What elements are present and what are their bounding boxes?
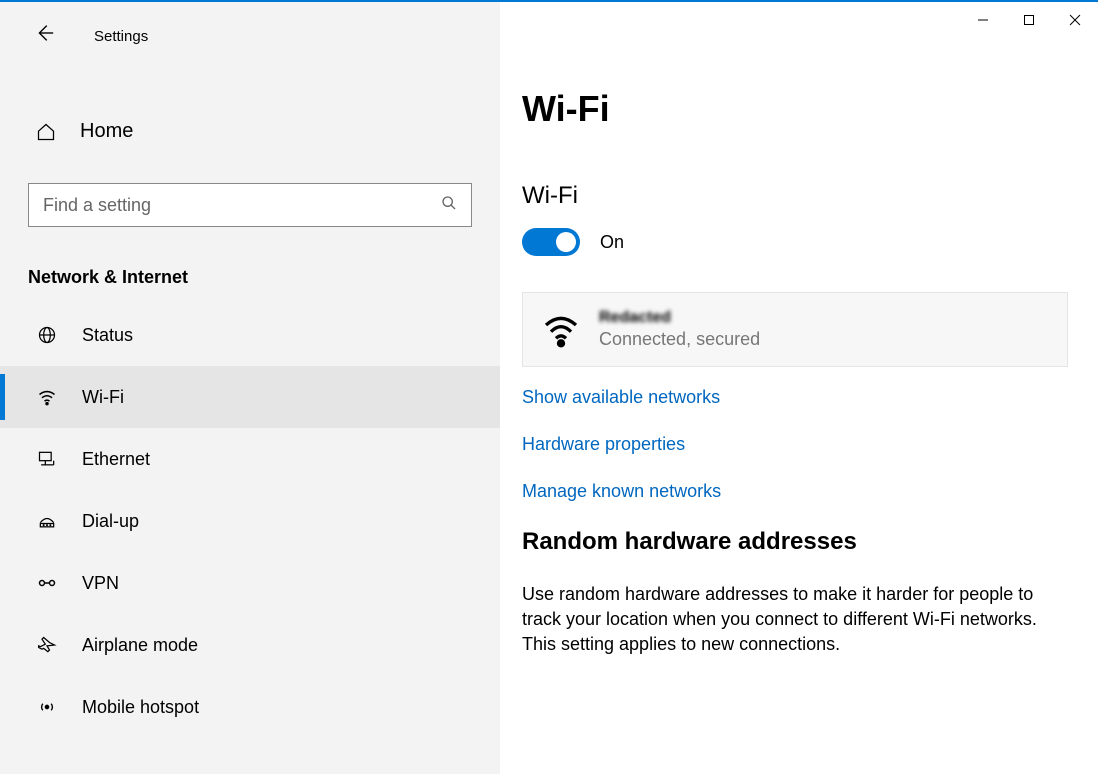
nav-label: Airplane mode: [82, 635, 198, 656]
network-info: Redacted Connected, secured: [599, 309, 760, 350]
wifi-toggle-row: On: [522, 228, 1068, 256]
section-header: Network & Internet: [0, 247, 500, 304]
nav-item-airplane[interactable]: Airplane mode: [0, 614, 500, 676]
dialup-icon: [36, 510, 58, 532]
network-status: Connected, secured: [599, 329, 760, 350]
nav-label: Ethernet: [82, 449, 150, 470]
nav-item-status[interactable]: Status: [0, 304, 500, 366]
nav-label: Dial-up: [82, 511, 139, 532]
nav-label: Mobile hotspot: [82, 697, 199, 718]
minimize-button[interactable]: [960, 4, 1006, 36]
wifi-section-title: Wi-Fi: [522, 182, 1068, 210]
nav-item-vpn[interactable]: VPN: [0, 552, 500, 614]
search-box[interactable]: [28, 183, 472, 227]
hardware-properties-link[interactable]: Hardware properties: [522, 434, 1068, 455]
nav-item-wifi[interactable]: Wi-Fi: [0, 366, 500, 428]
hotspot-icon: [36, 696, 58, 718]
nav-item-hotspot[interactable]: Mobile hotspot: [0, 676, 500, 738]
nav-label: VPN: [82, 573, 119, 594]
close-button[interactable]: [1052, 4, 1098, 36]
home-nav[interactable]: Home: [0, 110, 500, 153]
sidebar: Settings Home Network & Internet Status …: [0, 2, 500, 774]
home-icon: [36, 122, 56, 142]
main-content: Wi-Fi Wi-Fi On Redacted Connected, secur…: [500, 2, 1098, 774]
search-icon: [441, 195, 457, 216]
show-available-networks-link[interactable]: Show available networks: [522, 387, 1068, 408]
random-hardware-heading: Random hardware addresses: [522, 528, 1068, 556]
globe-icon: [36, 324, 58, 346]
ethernet-icon: [36, 448, 58, 470]
window-controls: [960, 4, 1098, 36]
wifi-toggle[interactable]: [522, 228, 580, 256]
vpn-icon: [36, 572, 58, 594]
current-network-card[interactable]: Redacted Connected, secured: [522, 292, 1068, 367]
nav-item-dialup[interactable]: Dial-up: [0, 490, 500, 552]
titlebar: Settings: [0, 16, 500, 64]
nav-label: Status: [82, 325, 133, 346]
wifi-toggle-label: On: [600, 232, 624, 253]
search-input[interactable]: [43, 195, 441, 216]
nav-list: Status Wi-Fi Ethernet Dial-up VPN: [0, 304, 500, 738]
home-label: Home: [80, 120, 133, 143]
page-title: Wi-Fi: [522, 88, 1068, 130]
network-name: Redacted: [599, 309, 760, 327]
random-hardware-description: Use random hardware addresses to make it…: [522, 582, 1042, 658]
manage-known-networks-link[interactable]: Manage known networks: [522, 481, 1068, 502]
maximize-button[interactable]: [1006, 4, 1052, 36]
nav-label: Wi-Fi: [82, 387, 124, 408]
wifi-icon: [36, 386, 58, 408]
wifi-signal-icon: [541, 310, 581, 350]
app-title: Settings: [94, 28, 148, 45]
back-button[interactable]: [28, 22, 60, 50]
nav-item-ethernet[interactable]: Ethernet: [0, 428, 500, 490]
airplane-icon: [36, 634, 58, 656]
